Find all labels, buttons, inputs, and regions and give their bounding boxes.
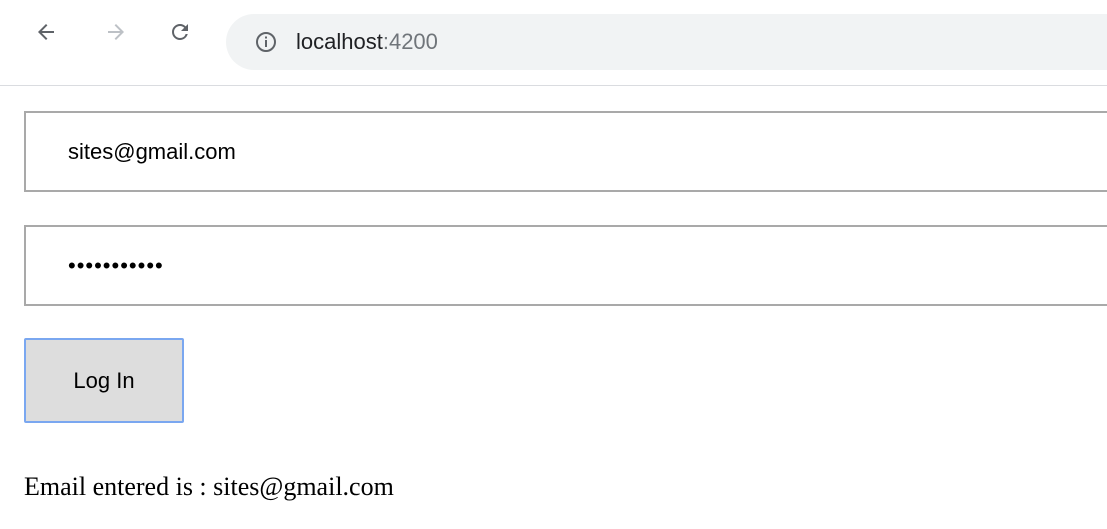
url-port: :4200: [382, 29, 438, 54]
reload-icon: [168, 20, 192, 44]
login-button[interactable]: Log In: [24, 338, 184, 423]
browser-toolbar: localhost:4200: [0, 0, 1107, 86]
info-icon[interactable]: [254, 30, 278, 54]
back-button[interactable]: [28, 14, 64, 50]
url-host: localhost: [296, 29, 383, 54]
back-arrow-icon: [34, 20, 58, 44]
reload-button[interactable]: [162, 14, 198, 50]
email-field[interactable]: [24, 111, 1107, 192]
password-field[interactable]: [24, 225, 1107, 306]
forward-button[interactable]: [98, 14, 134, 50]
forward-arrow-icon: [104, 20, 128, 44]
url-text: localhost:4200: [296, 29, 438, 55]
login-button-label: Log In: [73, 367, 135, 393]
email-output-text: Email entered is : sites@gmail.com: [24, 472, 394, 501]
address-bar[interactable]: localhost:4200: [226, 14, 1107, 70]
